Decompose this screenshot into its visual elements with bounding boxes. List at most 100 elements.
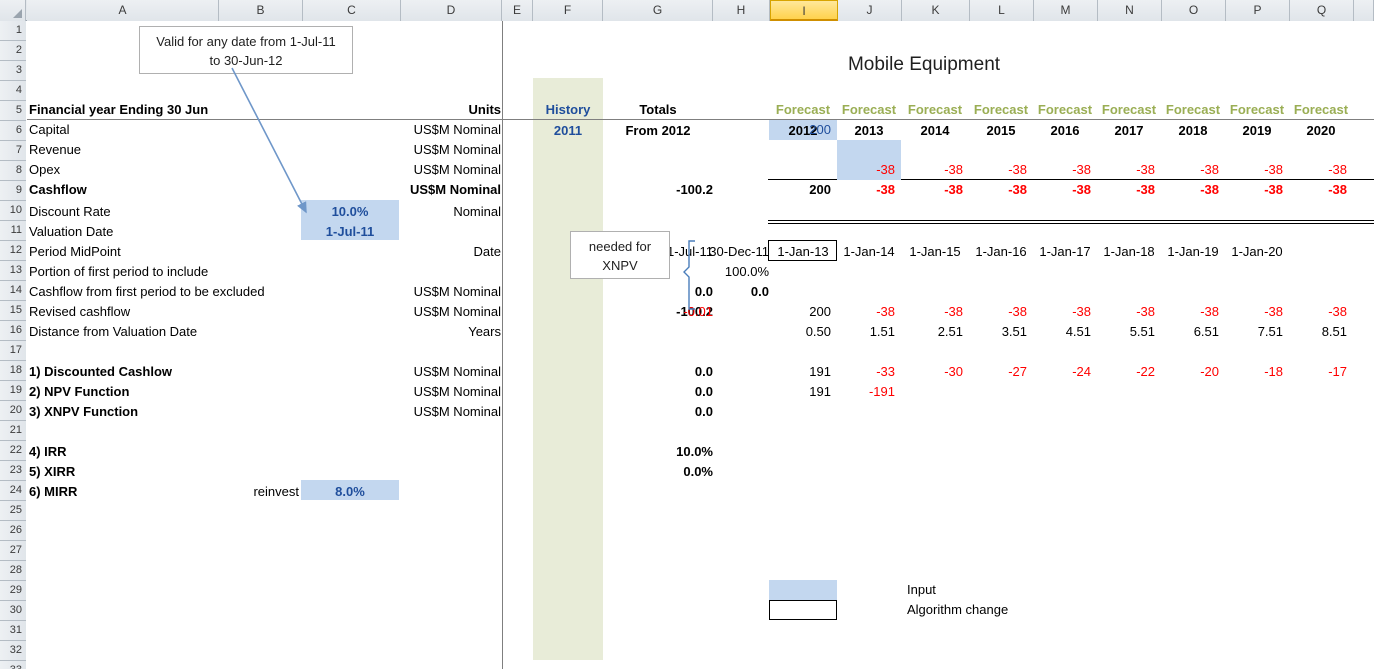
row-header-28[interactable]: 28 [0, 561, 26, 581]
cell-distance-2019[interactable]: 7.51 [1225, 322, 1283, 342]
spreadsheet-grid[interactable]: A B C D E F G H I J K L M N O P Q 123456… [0, 0, 1374, 669]
cell-opex-2014[interactable]: -38 [901, 160, 963, 180]
cell-npv-2013[interactable]: -191 [837, 382, 895, 402]
cell-discounted-2013[interactable]: -33 [837, 362, 895, 382]
cell-revised-2012[interactable]: 200 [769, 302, 831, 322]
cell-revised-2020[interactable]: -38 [1289, 302, 1347, 322]
row-header-12[interactable]: 12 [0, 241, 26, 261]
cell-revised-2015[interactable]: -38 [969, 302, 1027, 322]
row-header-17[interactable]: 17 [0, 341, 26, 361]
cell-period-midpoint-1-Jan-20[interactable]: 1-Jan-20 [1225, 242, 1289, 262]
row-header-25[interactable]: 25 [0, 501, 26, 521]
column-header-D[interactable]: D [401, 0, 502, 21]
column-header-R[interactable] [1354, 0, 1374, 21]
row-header-1[interactable]: 1 [0, 21, 26, 41]
discount-rate-input[interactable]: 10.0% [301, 202, 399, 222]
column-header-Q[interactable]: Q [1290, 0, 1354, 21]
cell-period-midpoint-1-Jan-16[interactable]: 1-Jan-16 [969, 242, 1033, 262]
sheet-surface[interactable]: Financial year Ending 30 Jun Units Mobil… [27, 22, 1374, 669]
cell-opex-2019[interactable]: -38 [1225, 160, 1283, 180]
row-header-20[interactable]: 20 [0, 401, 26, 421]
row-header-23[interactable]: 23 [0, 461, 26, 481]
row-header-24[interactable]: 24 [0, 481, 26, 501]
cell-distance-2020[interactable]: 8.51 [1289, 322, 1347, 342]
cell-cashflow-2018[interactable]: -38 [1161, 180, 1219, 200]
row-header-3[interactable]: 3 [0, 61, 26, 81]
column-header-K[interactable]: K [902, 0, 970, 21]
row-header-14[interactable]: 14 [0, 281, 26, 301]
cell-opex-2015[interactable]: -38 [969, 160, 1027, 180]
column-header-F[interactable]: F [533, 0, 603, 21]
column-header-N[interactable]: N [1098, 0, 1162, 21]
row-header-30[interactable]: 30 [0, 601, 26, 621]
column-header-P[interactable]: P [1226, 0, 1290, 21]
cell-distance-2018[interactable]: 6.51 [1161, 322, 1219, 342]
column-header-H[interactable]: H [713, 0, 770, 21]
row-header-6[interactable]: 6 [0, 121, 26, 141]
cell-discounted-2016[interactable]: -24 [1033, 362, 1091, 382]
cell-revised-2016[interactable]: -38 [1033, 302, 1091, 322]
cell-discounted-2015[interactable]: -27 [969, 362, 1027, 382]
row-header-29[interactable]: 29 [0, 581, 26, 601]
cell-revised-2013[interactable]: -38 [837, 302, 895, 322]
cell-cashflow-2012[interactable]: 200 [769, 180, 831, 200]
row-header-18[interactable]: 18 [0, 361, 26, 381]
cell-revised-2018[interactable]: -38 [1161, 302, 1219, 322]
cell-cashflow-2019[interactable]: -38 [1225, 180, 1283, 200]
cell-discounted-2020[interactable]: -17 [1289, 362, 1347, 382]
cell-cashflow-2020[interactable]: -38 [1289, 180, 1347, 200]
row-header-11[interactable]: 11 [0, 221, 26, 241]
cell-distance-2015[interactable]: 3.51 [969, 322, 1027, 342]
cell-discounted-2018[interactable]: -20 [1161, 362, 1219, 382]
column-header-I[interactable]: I [770, 0, 838, 21]
row-header-26[interactable]: 26 [0, 521, 26, 541]
cell-cashflow-2017[interactable]: -38 [1097, 180, 1155, 200]
column-header-L[interactable]: L [970, 0, 1034, 21]
cell-opex-2020[interactable]: -38 [1289, 160, 1347, 180]
cell-distance-2013[interactable]: 1.51 [837, 322, 895, 342]
cell-cashflow-2015[interactable]: -38 [969, 180, 1027, 200]
column-header-E[interactable]: E [502, 0, 533, 21]
cell-opex-2016[interactable]: -38 [1033, 160, 1091, 180]
row-header-27[interactable]: 27 [0, 541, 26, 561]
cell-discounted-2017[interactable]: -22 [1097, 362, 1155, 382]
row-header-31[interactable]: 31 [0, 621, 26, 641]
column-header-G[interactable]: G [603, 0, 713, 21]
row-header-2[interactable]: 2 [0, 41, 26, 61]
row-header-15[interactable]: 15 [0, 301, 26, 321]
cell-opex-2013[interactable]: -38 [837, 160, 895, 180]
mirr-reinvest-input[interactable]: 8.0% [301, 482, 399, 502]
cell-period-midpoint-1-Jan-19[interactable]: 1-Jan-19 [1161, 242, 1225, 262]
row-header-21[interactable]: 21 [0, 421, 26, 441]
cell-opex-2018[interactable]: -38 [1161, 160, 1219, 180]
column-header-B[interactable]: B [219, 0, 303, 21]
cell-period-midpoint-1-Jan-17[interactable]: 1-Jan-17 [1033, 242, 1097, 262]
cell-revised-2017[interactable]: -38 [1097, 302, 1155, 322]
cell-period-midpoint-1-Jan-14[interactable]: 1-Jan-14 [837, 242, 901, 262]
column-header-C[interactable]: C [303, 0, 401, 21]
cell-cashflow-2013[interactable]: -38 [837, 180, 895, 200]
cell-discounted-2014[interactable]: -30 [901, 362, 963, 382]
row-header-19[interactable]: 19 [0, 381, 26, 401]
row-header-9[interactable]: 9 [0, 181, 26, 201]
cell-discounted-2012[interactable]: 191 [769, 362, 831, 382]
row-header-5[interactable]: 5 [0, 101, 26, 121]
cell-distance-2016[interactable]: 4.51 [1033, 322, 1091, 342]
column-header-O[interactable]: O [1162, 0, 1226, 21]
row-header-4[interactable]: 4 [0, 81, 26, 101]
column-header-J[interactable]: J [838, 0, 902, 21]
row-header-16[interactable]: 16 [0, 321, 26, 341]
cell-discounted-2019[interactable]: -18 [1225, 362, 1283, 382]
valuation-date-input[interactable]: 1-Jul-11 [301, 222, 399, 242]
column-header-M[interactable]: M [1034, 0, 1098, 21]
select-all-corner[interactable] [0, 0, 26, 21]
cell-distance-2017[interactable]: 5.51 [1097, 322, 1155, 342]
cell-period-midpoint-1-Jan-15[interactable]: 1-Jan-15 [901, 242, 969, 262]
row-header-22[interactable]: 22 [0, 441, 26, 461]
row-header-7[interactable]: 7 [0, 141, 26, 161]
row-header-8[interactable]: 8 [0, 161, 26, 181]
cell-period-midpoint-1-Jan-18[interactable]: 1-Jan-18 [1097, 242, 1161, 262]
cell-npv-2012[interactable]: 191 [769, 382, 831, 402]
cell-capital-2012[interactable]: 200 [769, 120, 831, 140]
cell-distance-2012[interactable]: 0.50 [769, 322, 831, 342]
